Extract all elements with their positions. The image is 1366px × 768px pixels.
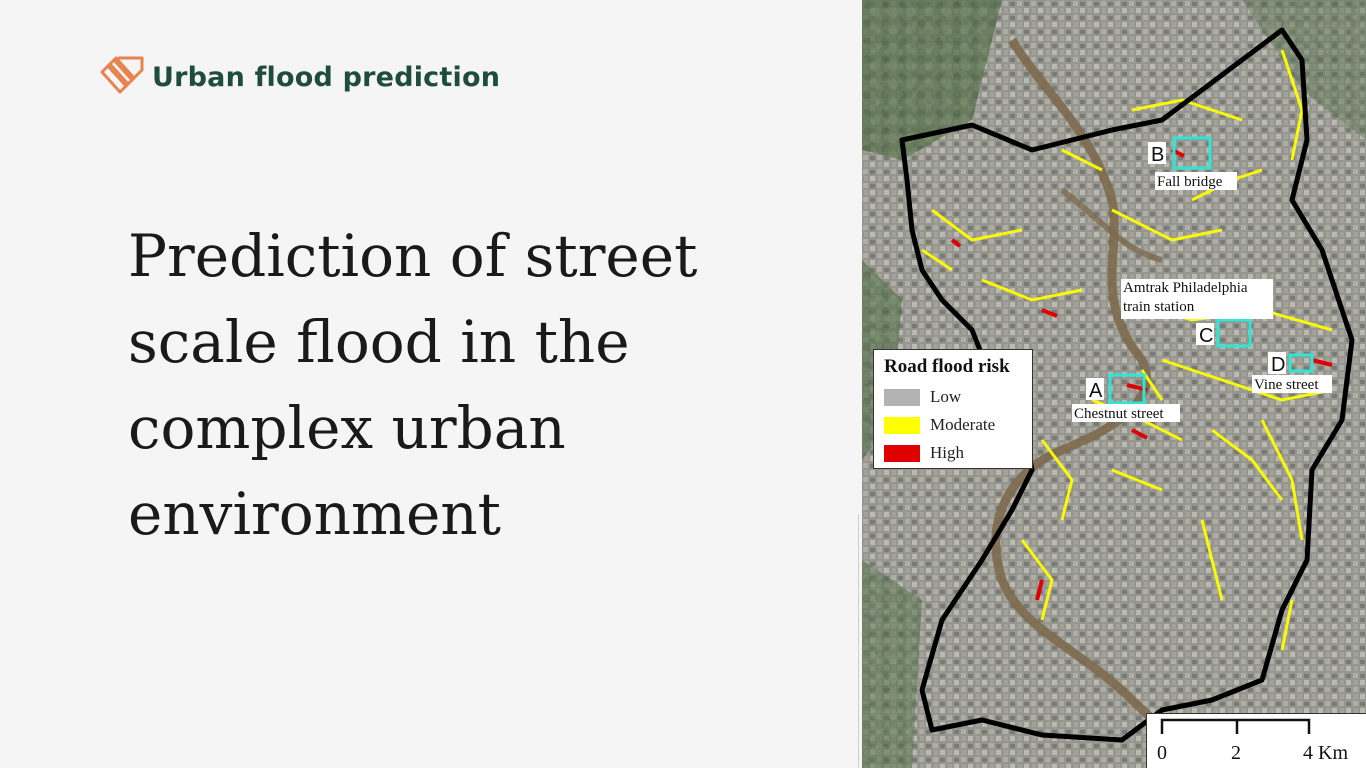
legend-label-moderate: Moderate	[930, 415, 996, 434]
app-title: Urban flood prediction	[152, 61, 501, 93]
headline-line: complex urban	[128, 394, 566, 462]
site-label-vine-street: Vine street	[1254, 377, 1319, 393]
site-marker-b: B	[1151, 144, 1164, 166]
legend-label-low: Low	[930, 387, 962, 406]
site-label-fall-bridge: Fall bridge	[1157, 174, 1223, 190]
divider	[858, 514, 859, 768]
scale-tick-0: 0	[1157, 742, 1167, 764]
scale-bar-ticks	[1160, 718, 1311, 734]
legend-swatch-moderate	[884, 416, 920, 434]
legend-title: Road flood risk	[884, 356, 1010, 377]
legend-swatch-high	[884, 444, 920, 462]
scale-tick-4km: 4 Km	[1303, 742, 1348, 764]
legend-item-high: High	[884, 443, 964, 463]
slide-headline: Prediction of street scale flood in the …	[128, 213, 748, 557]
site-label-amtrak-station: Amtrak Philadelphia train station	[1123, 280, 1248, 315]
legend-swatch-low	[884, 388, 920, 406]
legend-item-low: Low	[884, 387, 961, 407]
headline-line: Prediction of street	[128, 222, 698, 290]
scale-tick-2: 2	[1231, 742, 1241, 764]
site-label-chestnut-street: Chestnut street	[1074, 406, 1164, 422]
site-marker-c: C	[1199, 325, 1213, 347]
site-marker-d: D	[1271, 354, 1285, 376]
legend-item-moderate: Moderate	[884, 415, 995, 435]
site-marker-a: A	[1089, 380, 1103, 402]
layered-chevrons-logo-icon	[100, 56, 144, 94]
brand-header: Urban flood prediction	[98, 52, 500, 102]
headline-line: scale flood in the	[128, 308, 630, 376]
legend-label-high: High	[930, 443, 964, 462]
map-legend: Road flood risk Low Moderate High	[873, 349, 1033, 469]
headline-line: environment	[128, 480, 501, 548]
scale-bar: 0 2 4 Km	[1146, 713, 1366, 768]
